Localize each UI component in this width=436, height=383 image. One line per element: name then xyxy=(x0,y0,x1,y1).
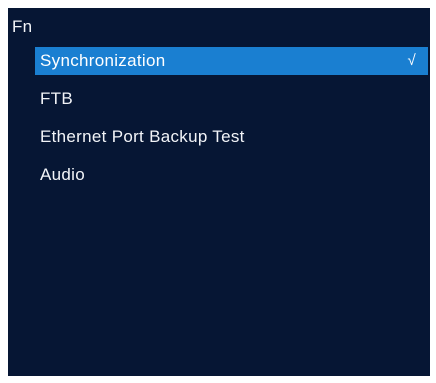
menu-item-audio[interactable]: Audio xyxy=(35,161,428,189)
menu-item-label: Ethernet Port Backup Test xyxy=(40,127,245,146)
menu-list: Synchronization √ FTB Ethernet Port Back… xyxy=(35,47,428,199)
menu-item-label: Synchronization xyxy=(40,51,166,70)
menu-item-label: Audio xyxy=(40,165,85,184)
menu-title: Fn xyxy=(12,17,33,36)
menu-item-label: FTB xyxy=(40,89,74,108)
check-icon: √ xyxy=(407,52,416,69)
menu-item-ethernet-port-backup-test[interactable]: Ethernet Port Backup Test xyxy=(35,123,428,151)
fn-menu-screen: Fn Synchronization √ FTB Ethernet Port B… xyxy=(8,8,430,376)
menu-item-synchronization[interactable]: Synchronization √ xyxy=(35,47,428,75)
menu-item-ftb[interactable]: FTB xyxy=(35,85,428,113)
